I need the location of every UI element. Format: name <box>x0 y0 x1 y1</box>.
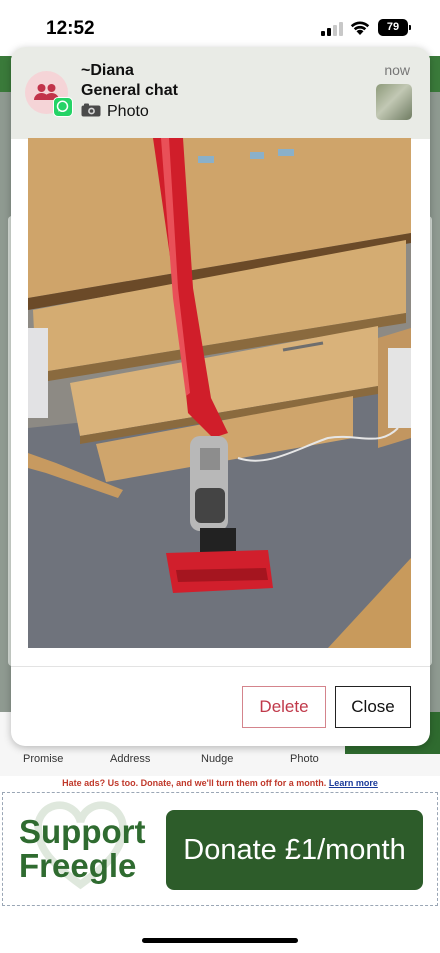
vacuum-photo[interactable] <box>28 138 411 648</box>
notification-thumbnail <box>376 84 412 120</box>
notification-banner[interactable]: ~Diana General chat Photo now <box>11 47 430 139</box>
notification-message: Photo <box>81 103 149 121</box>
ad-banner[interactable]: Support Freegle Donate £1/month <box>2 792 438 906</box>
tab-nudge[interactable]: Nudge <box>201 753 233 765</box>
notification-sender: ~Diana <box>81 62 134 79</box>
notification-message-text: Photo <box>107 103 149 120</box>
tab-address[interactable]: Address <box>110 753 150 765</box>
photo-modal: ~Diana General chat Photo now Delete Clo… <box>11 47 430 746</box>
whatsapp-icon <box>53 97 73 117</box>
modal-divider <box>11 666 430 667</box>
notification-time: now <box>384 62 410 78</box>
delete-button[interactable]: Delete <box>242 686 326 728</box>
tab-promise[interactable]: Promise <box>23 753 63 765</box>
status-time: 12:52 <box>46 18 95 39</box>
cellular-signal-icon <box>321 22 343 36</box>
ad-brand: Support Freegle <box>19 815 145 883</box>
notification-chat-name: General chat <box>81 82 178 99</box>
close-button[interactable]: Close <box>335 686 411 728</box>
ad-brand-line1: Support <box>19 813 146 850</box>
battery-icon: 79 <box>378 19 411 36</box>
ad-note: Hate ads? Us too. Donate, and we'll turn… <box>0 778 440 788</box>
wifi-icon <box>350 21 370 35</box>
ad-note-text: Hate ads? Us too. Donate, and we'll turn… <box>62 778 327 788</box>
tab-photo[interactable]: Photo <box>290 753 319 765</box>
learn-more-link[interactable]: Learn more <box>329 778 378 788</box>
camera-icon <box>81 103 101 117</box>
home-indicator[interactable] <box>142 938 298 943</box>
donate-button[interactable]: Donate £1/month <box>166 810 423 890</box>
ad-brand-line2: Freegle <box>19 847 137 884</box>
